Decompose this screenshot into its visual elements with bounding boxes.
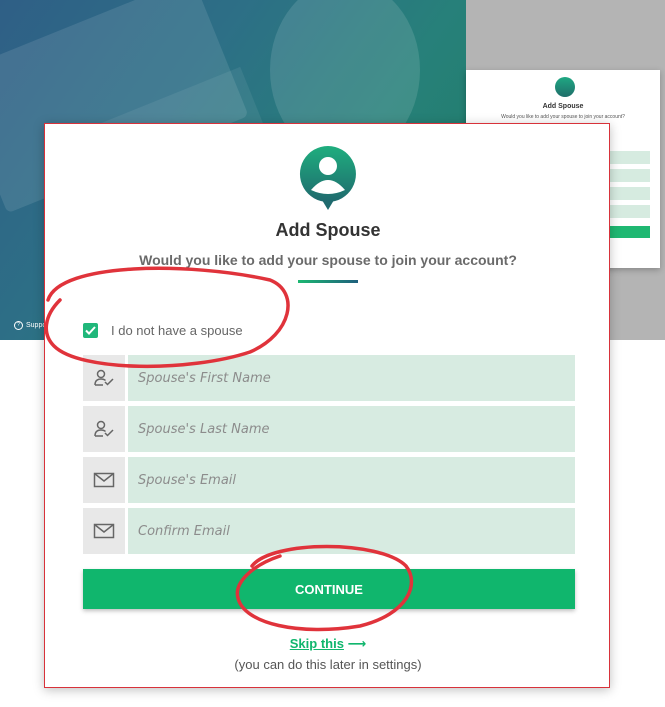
mini-field [606, 151, 650, 164]
email-input[interactable] [128, 457, 575, 503]
mini-field [606, 205, 650, 218]
modal-title: Add Spouse [275, 220, 381, 240]
first-name-input[interactable] [128, 355, 575, 401]
spouse-avatar-icon [299, 146, 356, 210]
envelope-icon [83, 457, 125, 503]
mini-continue-button [606, 226, 650, 238]
title-divider [298, 280, 358, 283]
last-name-field [83, 406, 575, 452]
last-name-input[interactable] [128, 406, 575, 452]
first-name-field [83, 355, 575, 401]
envelope-icon [83, 508, 125, 554]
skip-link[interactable]: Skip this ⟶ [45, 636, 611, 652]
user-check-icon [83, 355, 125, 401]
continue-button[interactable]: CONTINUE [83, 569, 575, 609]
mini-card-subtitle: Would you like to add your spouse to joi… [501, 114, 625, 120]
confirm-email-input[interactable] [128, 508, 575, 554]
add-spouse-modal: Add Spouse Would you like to add your sp… [44, 123, 610, 688]
help-icon: ? [14, 321, 23, 330]
mini-avatar-icon [555, 77, 575, 97]
mini-field [606, 169, 650, 182]
mini-card-title: Add Spouse [542, 103, 584, 110]
user-check-icon [83, 406, 125, 452]
support-link[interactable]: ? Suppo [14, 321, 46, 330]
skip-note: (you can do this later in settings) [234, 657, 422, 672]
arrow-right-icon: ⟶ [347, 636, 367, 651]
modal-subtitle: Would you like to add your spouse to joi… [139, 252, 517, 268]
confirm-email-field [83, 508, 575, 554]
no-spouse-checkbox-row[interactable]: I do not have a spouse [83, 323, 243, 338]
check-icon [85, 326, 96, 335]
mini-field [606, 187, 650, 200]
no-spouse-label: I do not have a spouse [111, 323, 243, 338]
email-field [83, 457, 575, 503]
no-spouse-checkbox[interactable] [83, 323, 98, 338]
skip-label: Skip this [289, 636, 344, 651]
